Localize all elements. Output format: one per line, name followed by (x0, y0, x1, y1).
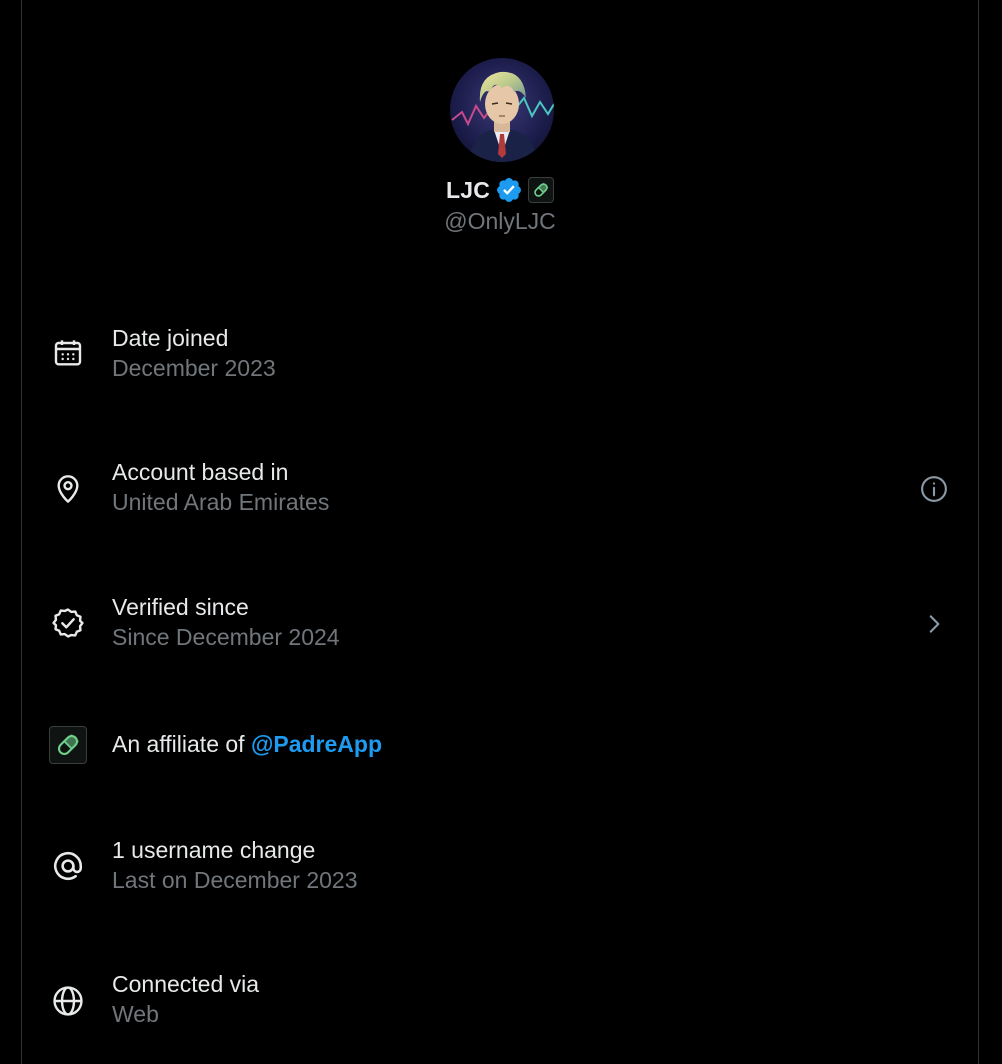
at-sign-icon (48, 846, 88, 886)
affiliate-text: An affiliate of @PadreApp (112, 729, 382, 759)
display-name: LJC (445, 176, 491, 203)
verified-badge-icon[interactable] (495, 176, 523, 204)
date-joined-row: Date joined December 2023 (22, 318, 978, 398)
verified-since-title: Verified since (112, 594, 249, 620)
connected-via-row: Connected via Web (22, 964, 978, 1044)
affiliate-badge-icon[interactable] (528, 177, 555, 203)
info-icon[interactable] (916, 471, 952, 507)
affiliate-prefix: An affiliate of (112, 731, 251, 757)
avatar[interactable] (450, 58, 554, 162)
username-change-title: 1 username change (112, 837, 316, 863)
username-change-value: Last on December 2023 (112, 867, 358, 893)
affiliate-mention-link[interactable]: @PadreApp (251, 731, 382, 757)
connected-via-title: Connected via (112, 971, 260, 997)
account-based-in-row: Account based in United Arab Emirates (22, 452, 978, 532)
avatar-illustration (451, 71, 554, 162)
username-handle: @OnlyLJC (444, 208, 556, 234)
calendar-icon (48, 333, 88, 373)
location-pin-icon (48, 469, 88, 509)
verified-since-row[interactable]: Verified since Since December 2024 (22, 587, 978, 667)
connected-via-value: Web (112, 1001, 159, 1027)
verified-since-value: Since December 2024 (112, 624, 340, 650)
affiliate-row: An affiliate of @PadreApp (22, 722, 978, 802)
date-joined-title: Date joined (112, 325, 229, 351)
account-based-in-value: United Arab Emirates (112, 489, 330, 515)
name-row: LJC (22, 172, 978, 208)
affiliate-pill-icon (48, 725, 88, 765)
globe-icon (48, 981, 88, 1021)
username-change-row: 1 username change Last on December 2023 (22, 830, 978, 910)
date-joined-value: December 2023 (112, 355, 276, 381)
account-based-in-title: Account based in (112, 459, 289, 485)
about-account-panel: LJC @OnlyLJC Date joined December 2023 A… (21, 0, 979, 1064)
verified-seal-icon (48, 603, 88, 643)
chevron-right-icon[interactable] (916, 606, 952, 642)
